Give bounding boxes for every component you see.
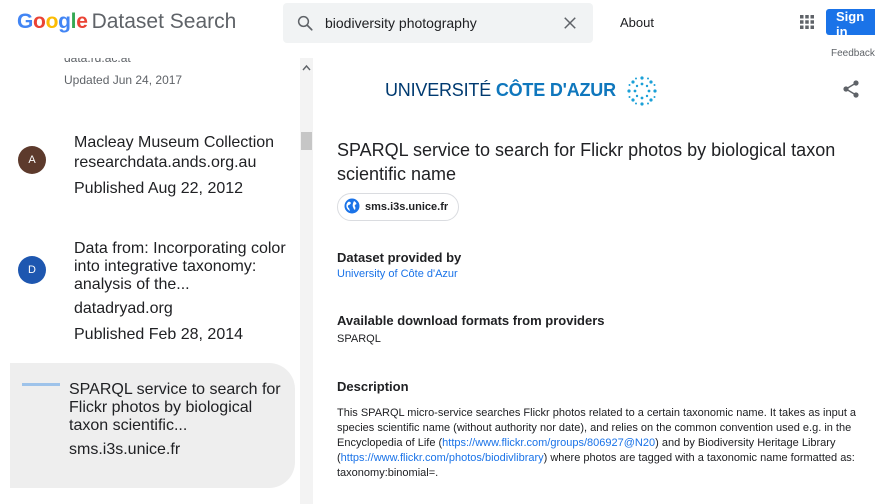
chip-label: sms.i3s.unice.fr — [365, 201, 449, 213]
result-thumbnail — [22, 383, 60, 386]
dataset-detail-panel: UNIVERSITÉ CÔTE D'AZUR SPARQL service to… — [313, 58, 875, 504]
close-icon[interactable] — [561, 14, 579, 32]
result-source: datadryad.org — [74, 300, 173, 317]
result-source: data.rd.ac.at — [64, 58, 131, 65]
about-link[interactable]: About — [620, 15, 654, 30]
search-icon[interactable] — [296, 14, 314, 32]
top-bar: GoogleDataset Search About Sign in Feedb… — [0, 0, 875, 59]
search-input[interactable] — [325, 13, 545, 33]
result-date: Published Feb 28, 2014 — [74, 326, 244, 343]
share-icon[interactable] — [843, 80, 859, 98]
avatar: D — [18, 256, 46, 284]
search-box[interactable] — [283, 3, 593, 43]
google-dataset-search-logo[interactable]: Google Dataset Search — [17, 10, 236, 34]
description-text: This SPARQL micro-service searches Flick… — [337, 407, 857, 479]
star-dots-icon — [627, 76, 657, 106]
provider-link[interactable]: University of Côte d'Azur — [337, 268, 458, 280]
result-title: SPARQL service to search for Flickr phot… — [69, 381, 281, 434]
product-name: Dataset Search — [91, 10, 237, 33]
avatar: A — [18, 146, 46, 174]
formats-heading: Available download formats from provider… — [337, 313, 605, 328]
result-item[interactable]: data.rd.ac.at Updated Jun 24, 2017 — [64, 58, 300, 88]
source-chip[interactable]: sms.i3s.unice.fr — [337, 193, 460, 221]
dataset-title: SPARQL service to search for Flickr phot… — [337, 140, 836, 184]
flickr-groups-link[interactable]: https://www.flickr.com/groups/806927@N20 — [442, 437, 655, 449]
result-source: researchdata.ands.org.au — [74, 154, 257, 171]
provider-logo: UNIVERSITÉ CÔTE D'AZUR — [385, 76, 657, 110]
result-item[interactable]: A Macleay Museum Collection researchdata… — [0, 132, 295, 202]
results-scrollbar[interactable] — [300, 58, 313, 504]
flickr-biodivlibrary-link[interactable]: https://www.flickr.com/photos/biodivlibr… — [341, 452, 544, 464]
scrollbar-thumb[interactable] — [301, 132, 312, 150]
results-list: data.rd.ac.at Updated Jun 24, 2017 A Mac… — [0, 58, 300, 504]
result-title: Macleay Museum Collection — [74, 134, 275, 151]
format-value: SPARQL — [337, 333, 381, 345]
result-item-selected[interactable]: SPARQL service to search for Flickr phot… — [10, 363, 295, 488]
result-item[interactable]: D Data from: Incorporating color into in… — [0, 240, 295, 350]
result-title: Data from: Incorporating color into inte… — [74, 240, 286, 293]
apps-grid-icon[interactable] — [799, 14, 815, 30]
sign-in-button[interactable]: Sign in — [826, 9, 875, 39]
description-heading: Description — [337, 379, 409, 394]
chevron-up-icon[interactable] — [302, 64, 311, 71]
result-date: Published Aug 22, 2012 — [74, 180, 244, 197]
globe-icon — [344, 198, 360, 214]
result-source: sms.i3s.unice.fr — [69, 441, 181, 458]
google-wordmark: Google — [17, 10, 88, 33]
result-date: Updated Jun 24, 2017 — [64, 73, 183, 87]
provided-by-heading: Dataset provided by — [337, 250, 462, 265]
